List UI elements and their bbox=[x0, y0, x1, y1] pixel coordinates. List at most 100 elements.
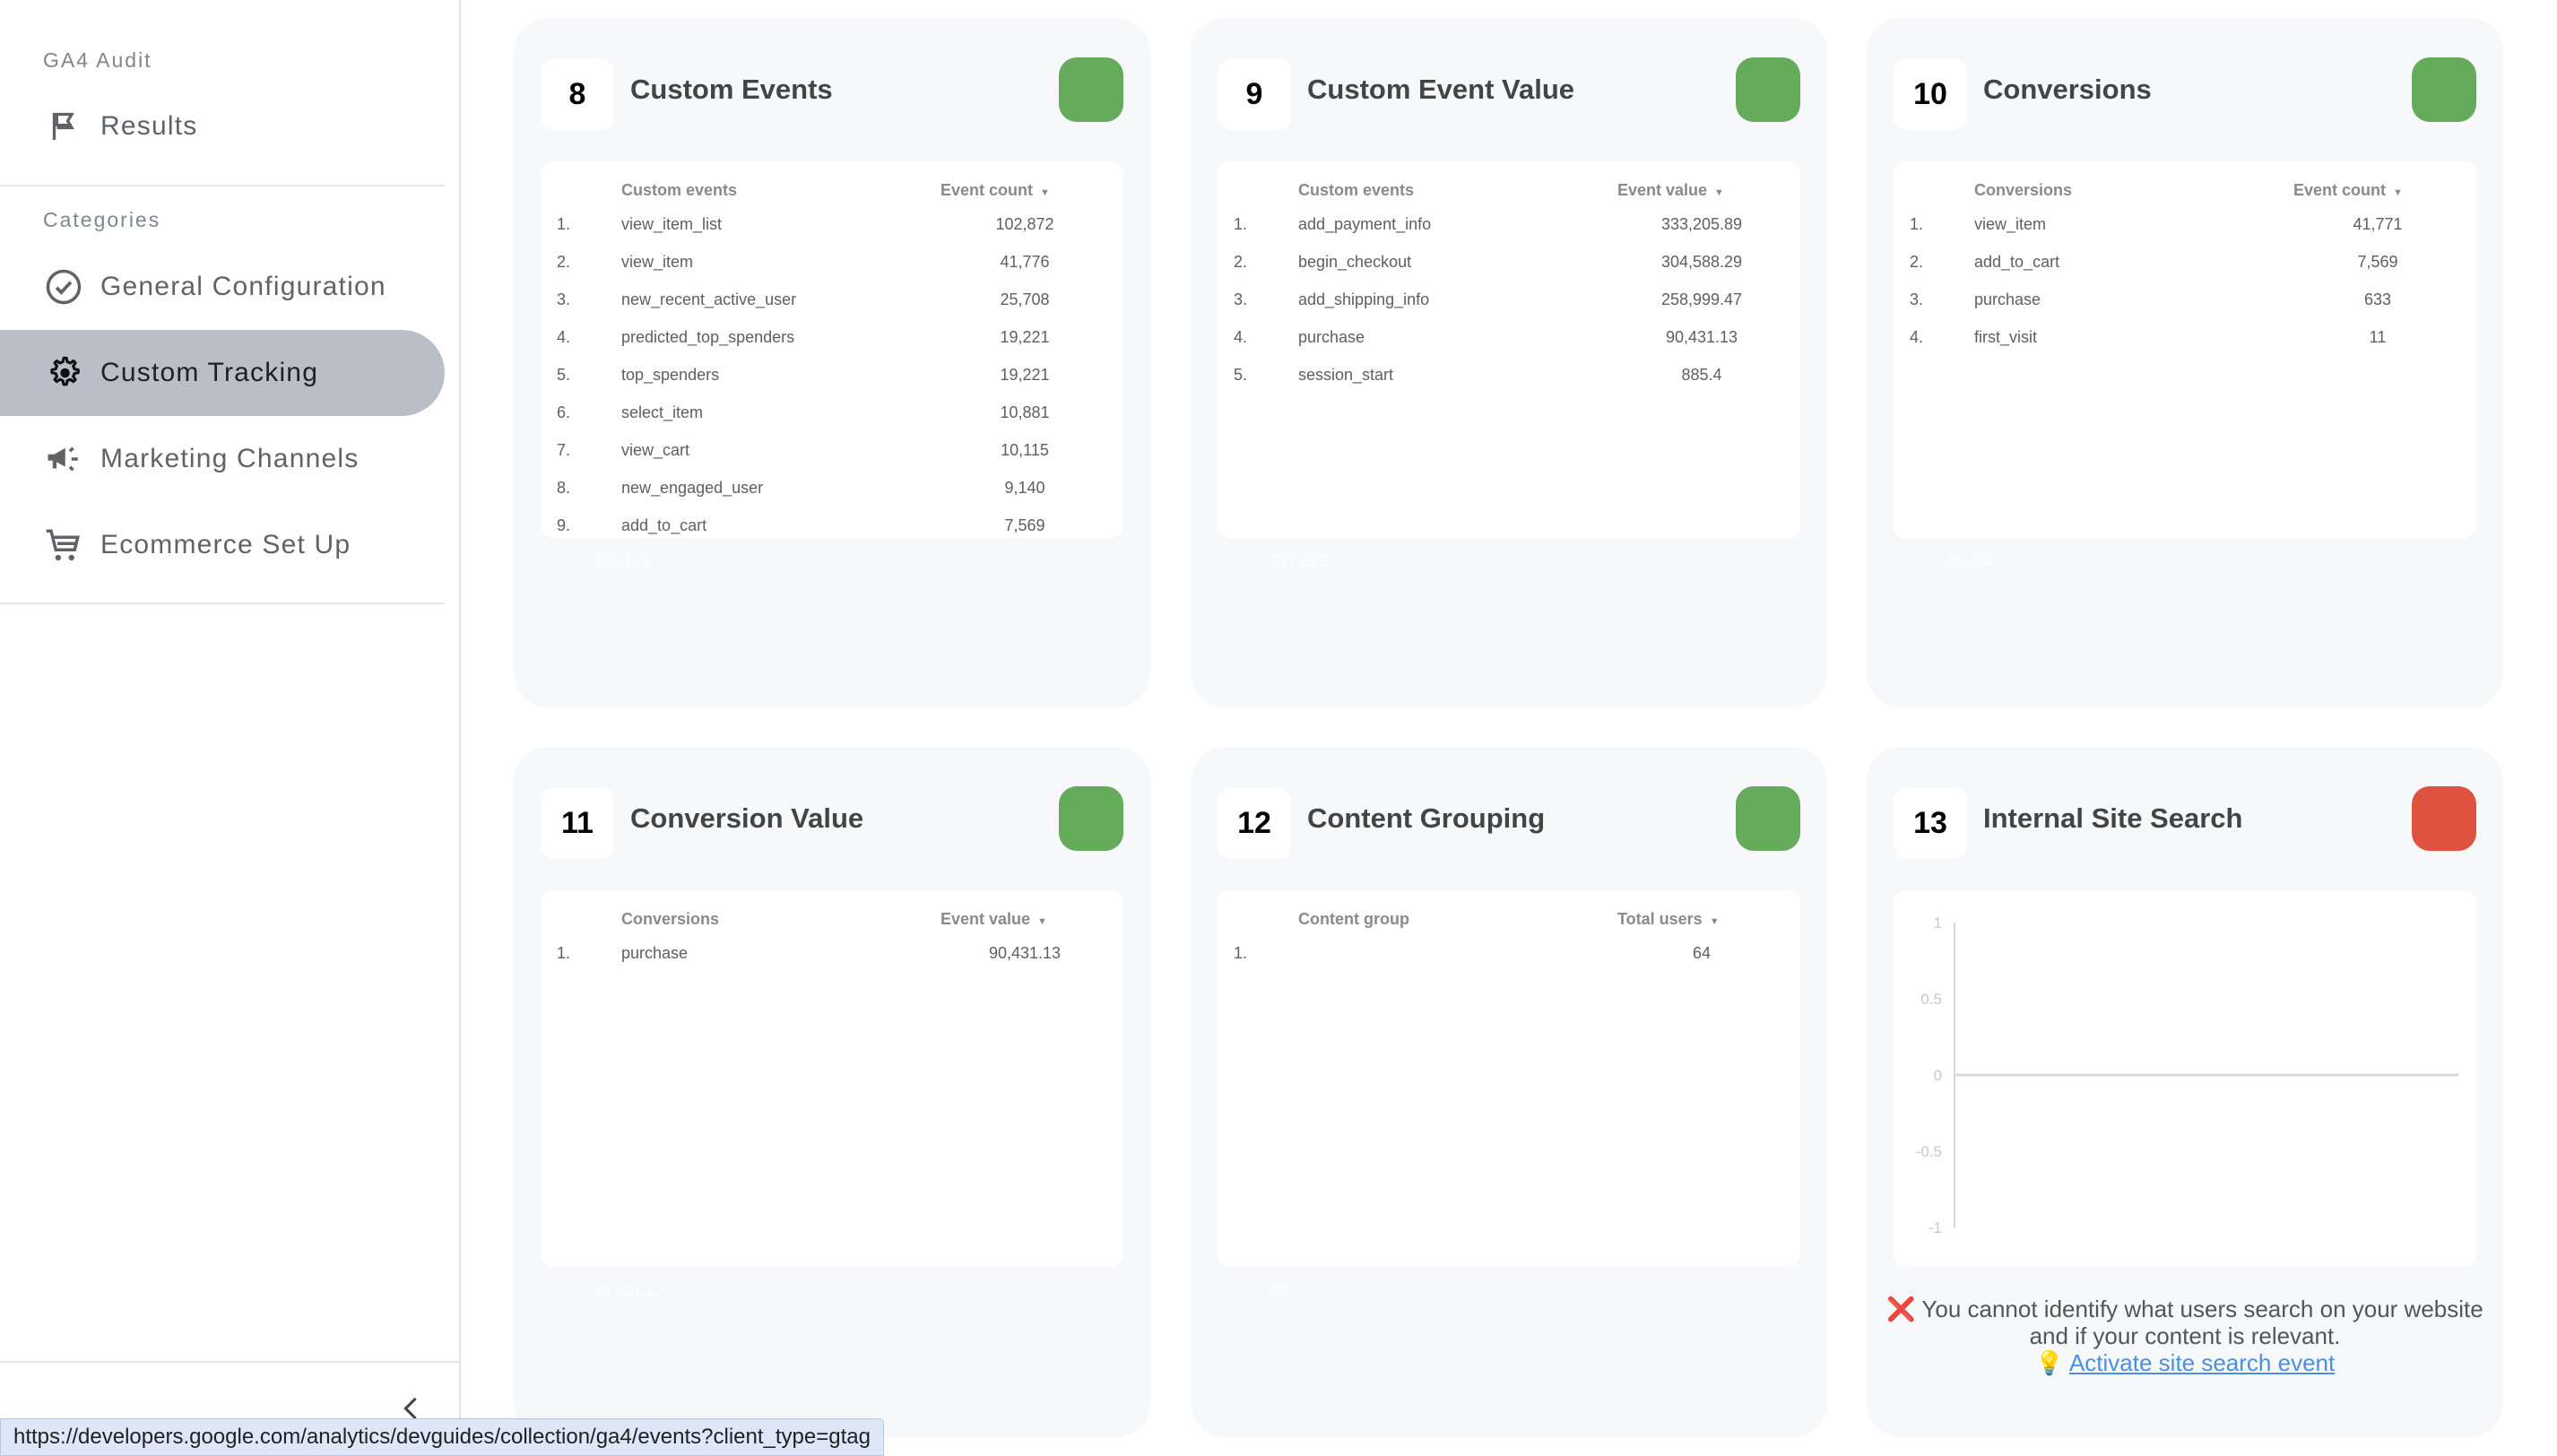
column-header-metric[interactable]: Total users ▼ bbox=[1617, 910, 1779, 929]
table-row: 2. view_item 41,776 bbox=[541, 253, 1123, 290]
sidebar-footer-divider bbox=[0, 1361, 459, 1363]
row-dimension: add_payment_info bbox=[1298, 215, 1432, 233]
row-index: 3. bbox=[1910, 290, 1924, 308]
table-total: 49,984 bbox=[1946, 552, 1996, 570]
table-row: 3. new_recent_active_user 25,708 bbox=[541, 290, 1123, 328]
sort-desc-icon: ▼ bbox=[2393, 187, 2403, 198]
row-index: 2. bbox=[557, 253, 571, 271]
audit-card-internal-site-search: 13 Internal Site Search 1 0.5 0 -0.5 -1 ❌ You … bbox=[1867, 747, 2503, 1437]
y-tick-label: -1 bbox=[1929, 1219, 1942, 1236]
status-indicator-fail bbox=[2412, 786, 2476, 851]
row-dimension: new_engaged_user bbox=[621, 479, 764, 497]
row-value: 10,881 bbox=[1000, 403, 1050, 421]
row-dimension: begin_checkout bbox=[1298, 253, 1412, 271]
row-index: 4. bbox=[557, 328, 571, 346]
audit-card-conversions: 10 Conversions Conversions Event count ▼ 1. … bbox=[1867, 18, 2503, 707]
status-indicator-ok bbox=[1736, 786, 1800, 851]
row-value: 90,431.13 bbox=[988, 944, 1062, 962]
row-dimension: purchase bbox=[621, 944, 689, 962]
row-index: 4. bbox=[1234, 328, 1248, 346]
card-title: Internal Site Search bbox=[1983, 802, 2243, 834]
row-index: 5. bbox=[1234, 366, 1248, 384]
row-index: 3. bbox=[557, 290, 571, 308]
table-row: 8. new_engaged_user 9,140 bbox=[541, 479, 1123, 516]
activate-site-search-link[interactable]: Activate site search event bbox=[2069, 1349, 2335, 1376]
sidebar: GA4 Audit Results Categories General Con… bbox=[0, 0, 461, 1456]
data-table: Conversions Event count ▼ 1. view_item 41,… bbox=[1894, 161, 2476, 538]
row-value: 258,999.47 bbox=[1660, 290, 1743, 308]
app-title: GA4 Audit bbox=[43, 48, 152, 72]
column-header-label: Event count bbox=[940, 181, 1034, 199]
table-row: 6. select_item 10,881 bbox=[541, 403, 1123, 441]
column-header-dimension[interactable]: Conversions bbox=[621, 910, 719, 929]
row-dimension: select_item bbox=[621, 403, 704, 421]
row-value: 25,708 bbox=[1000, 290, 1050, 308]
megaphone-icon bbox=[43, 438, 84, 480]
row-index: 7. bbox=[557, 441, 571, 459]
column-header-metric[interactable]: Event value ▼ bbox=[940, 910, 1102, 929]
status-indicator-ok bbox=[2412, 57, 2476, 122]
row-value: 19,221 bbox=[1000, 328, 1050, 346]
row-dimension: add_to_cart bbox=[1974, 253, 2060, 271]
flag-icon bbox=[43, 106, 84, 147]
card-number: 13 bbox=[1894, 787, 1967, 859]
column-header-metric[interactable]: Event count ▼ bbox=[940, 181, 1102, 200]
row-value: 333,205.89 bbox=[1660, 215, 1743, 233]
sort-desc-icon: ▼ bbox=[1040, 187, 1050, 198]
gear-icon bbox=[43, 352, 84, 394]
column-header-label: Event value bbox=[1617, 181, 1708, 199]
sidebar-item-label: General Configuration bbox=[100, 272, 386, 301]
table-row: 4. purchase 90,431.13 bbox=[1218, 328, 1800, 366]
column-header-label: Event count bbox=[2293, 181, 2387, 199]
sidebar-item-custom-tracking[interactable]: Custom Tracking bbox=[0, 330, 445, 416]
column-header-dimension[interactable]: Custom events bbox=[621, 181, 737, 200]
table-row: 3. add_shipping_info 258,999.47 bbox=[1218, 290, 1800, 328]
table-row: 5. top_spenders 19,221 bbox=[541, 366, 1123, 403]
row-index: 1. bbox=[1234, 215, 1248, 233]
sort-desc-icon: ▼ bbox=[1037, 916, 1047, 927]
table-total: 64 bbox=[1270, 1281, 1288, 1299]
card-title: Custom Event Value bbox=[1307, 74, 1575, 105]
sidebar-item-label: Marketing Channels bbox=[100, 444, 360, 473]
table-row: 2. add_to_cart 7,569 bbox=[1894, 253, 2476, 290]
card-number: 9 bbox=[1218, 58, 1291, 130]
nav-results[interactable]: Results bbox=[0, 83, 445, 169]
x-icon: ❌ bbox=[1886, 1296, 1916, 1322]
audit-card-content-grouping: 12 Content Grouping Content group Total use… bbox=[1191, 747, 1827, 1437]
row-value: 7,569 bbox=[1004, 516, 1045, 534]
sidebar-item-general-configuration[interactable]: General Configuration bbox=[0, 244, 445, 330]
row-value: 11 bbox=[2369, 328, 2387, 346]
table-total: 90,431.13 bbox=[593, 1281, 665, 1299]
card-number: 11 bbox=[541, 787, 614, 859]
table-row: 7. view_cart 10,115 bbox=[541, 441, 1123, 479]
row-index: 4. bbox=[1910, 328, 1924, 346]
table-row: 1. view_item_list 102,872 bbox=[541, 215, 1123, 253]
data-table: Content group Total users ▼ 1. 64 bbox=[1218, 890, 1800, 1267]
check-circle-icon bbox=[43, 266, 84, 308]
row-dimension: view_item bbox=[1974, 215, 2047, 233]
table-total: 260,169 bbox=[593, 552, 652, 570]
column-header-dimension[interactable]: Conversions bbox=[1974, 181, 2072, 200]
row-index: 8. bbox=[557, 479, 571, 497]
card-number: 8 bbox=[541, 58, 614, 130]
column-header-metric[interactable]: Event value ▼ bbox=[1617, 181, 1779, 200]
table-row: 5. session_start 885.4 bbox=[1218, 366, 1800, 403]
column-header-dimension[interactable]: Content group bbox=[1298, 910, 1409, 929]
column-header-label: Total users bbox=[1617, 910, 1703, 928]
row-dimension: add_to_cart bbox=[621, 516, 707, 534]
column-header-metric[interactable]: Event count ▼ bbox=[2293, 181, 2455, 200]
row-value: 7,569 bbox=[2357, 253, 2398, 271]
row-dimension: first_visit bbox=[1974, 328, 2038, 346]
row-value: 64 bbox=[1692, 944, 1712, 962]
row-value: 9,140 bbox=[1004, 479, 1045, 497]
status-indicator-ok bbox=[1736, 57, 1800, 122]
table-row: 3. purchase 633 bbox=[1894, 290, 2476, 328]
chart-panel: 1 0.5 0 -0.5 -1 bbox=[1894, 890, 2476, 1267]
line-chart: 1 0.5 0 -0.5 -1 bbox=[1916, 914, 2458, 1236]
column-header-dimension[interactable]: Custom events bbox=[1298, 181, 1414, 200]
sidebar-item-marketing-channels[interactable]: Marketing Channels bbox=[0, 416, 445, 502]
row-dimension: view_item bbox=[621, 253, 694, 271]
row-value: 90,431.13 bbox=[1665, 328, 1738, 346]
row-index: 9. bbox=[557, 516, 571, 534]
sidebar-item-ecommerce-set-up[interactable]: Ecommerce Set Up bbox=[0, 502, 445, 588]
